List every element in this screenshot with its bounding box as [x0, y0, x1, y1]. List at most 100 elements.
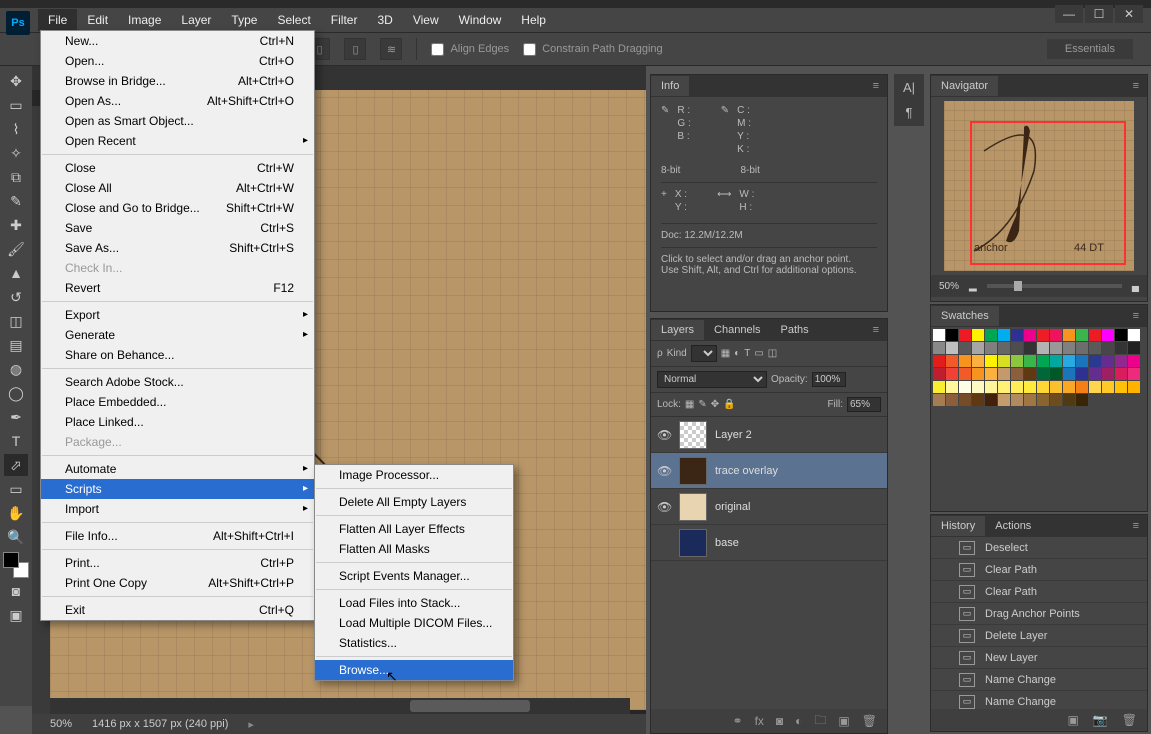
swatch[interactable] [1037, 329, 1049, 341]
history-item[interactable]: ▭Drag Anchor Points [931, 603, 1147, 625]
swatch[interactable] [1076, 368, 1088, 380]
menu-item[interactable]: Open as Smart Object... [41, 111, 314, 131]
menu-item[interactable]: Open Recent [41, 131, 314, 151]
swatch[interactable] [1063, 355, 1075, 367]
menu-filter[interactable]: Filter [321, 9, 368, 31]
swatch[interactable] [998, 394, 1010, 406]
swatch[interactable] [1024, 355, 1036, 367]
menu-item[interactable]: Import [41, 499, 314, 519]
swatch[interactable] [1037, 342, 1049, 354]
history-item[interactable]: ▭Delete Layer [931, 625, 1147, 647]
magic-wand-tool[interactable]: ✧ [4, 142, 28, 164]
menu-item[interactable]: Flatten All Masks [315, 539, 513, 559]
swatch[interactable] [1115, 381, 1127, 393]
brush-tool[interactable]: 🖌 [4, 238, 28, 260]
swatch[interactable] [933, 329, 945, 341]
swatch[interactable] [1037, 355, 1049, 367]
menu-item[interactable]: Print One CopyAlt+Shift+Ctrl+P [41, 573, 314, 593]
opacity-input[interactable] [812, 372, 846, 387]
menu-item[interactable]: New...Ctrl+N [41, 31, 314, 51]
swatch[interactable] [1089, 355, 1101, 367]
stack-icon[interactable]: ≋ [380, 38, 402, 60]
stamp-tool[interactable]: ▲ [4, 262, 28, 284]
swatch[interactable] [959, 329, 971, 341]
menu-item[interactable]: Scripts [41, 479, 314, 499]
crop-tool[interactable]: ⧉ [4, 166, 28, 188]
visibility-icon[interactable]: 👁 [657, 464, 671, 478]
swatch[interactable] [1050, 329, 1062, 341]
swatch[interactable] [1102, 355, 1114, 367]
menu-image[interactable]: Image [118, 9, 171, 31]
swatch[interactable] [998, 329, 1010, 341]
paragraph-panel-icon[interactable]: ¶ [906, 105, 913, 120]
menu-item[interactable]: Export [41, 305, 314, 325]
swatch[interactable] [998, 381, 1010, 393]
swatch[interactable] [1011, 394, 1023, 406]
blend-mode-select[interactable]: Normal [657, 371, 767, 388]
lock-position-icon[interactable]: ✥ [711, 399, 719, 410]
menu-item[interactable]: Browse in Bridge...Alt+Ctrl+O [41, 71, 314, 91]
zoom-in-icon[interactable]: ▄ [1132, 281, 1139, 292]
swatch[interactable] [933, 342, 945, 354]
swatch[interactable] [985, 381, 997, 393]
filter-type-icon[interactable]: T [744, 348, 750, 359]
menu-item[interactable]: File Info...Alt+Shift+Ctrl+I [41, 526, 314, 546]
swatch[interactable] [933, 381, 945, 393]
menu-view[interactable]: View [403, 9, 449, 31]
swatch[interactable] [998, 355, 1010, 367]
menu-file[interactable]: File [38, 9, 77, 31]
swatch[interactable] [1102, 342, 1114, 354]
fg-bg-color[interactable] [3, 552, 29, 578]
swatch[interactable] [1011, 329, 1023, 341]
swatch[interactable] [998, 342, 1010, 354]
menu-item[interactable]: Script Events Manager... [315, 566, 513, 586]
layer-row[interactable]: 👁trace overlay [651, 453, 887, 489]
swatch[interactable] [1024, 368, 1036, 380]
visibility-icon[interactable]: 👁 [657, 500, 671, 514]
close-button[interactable]: ✕ [1115, 5, 1143, 23]
swatch[interactable] [1076, 329, 1088, 341]
menu-item[interactable]: Open...Ctrl+O [41, 51, 314, 71]
history-item[interactable]: ▭Name Change [931, 669, 1147, 691]
layer-row[interactable]: 👁Layer 2 [651, 417, 887, 453]
history-item[interactable]: ▭Clear Path [931, 559, 1147, 581]
swatch[interactable] [1115, 329, 1127, 341]
swatch[interactable] [1011, 381, 1023, 393]
hand-tool[interactable]: ✋ [4, 502, 28, 524]
swatch[interactable] [1050, 355, 1062, 367]
menu-item[interactable]: ExitCtrl+Q [41, 600, 314, 620]
visibility-icon[interactable]: 👁 [657, 428, 671, 442]
swatch[interactable] [1050, 342, 1062, 354]
adjustment-icon[interactable]: ◐ [795, 714, 802, 728]
swatch[interactable] [972, 381, 984, 393]
tab-channels[interactable]: Channels [704, 320, 770, 340]
lasso-tool[interactable]: ⌇ [4, 118, 28, 140]
swatch[interactable] [946, 355, 958, 367]
align-center-icon[interactable]: ▯ [344, 38, 366, 60]
zoom-tool[interactable]: 🔍 [4, 526, 28, 548]
menu-3d[interactable]: 3D [367, 9, 402, 31]
menu-item[interactable]: Close and Go to Bridge...Shift+Ctrl+W [41, 198, 314, 218]
navigator-tab[interactable]: Navigator [931, 76, 998, 96]
lock-pixels-icon[interactable]: ✎ [698, 399, 706, 410]
history-camera-icon[interactable]: 📷 [1093, 713, 1108, 727]
swatch[interactable] [1076, 394, 1088, 406]
patch-tool[interactable]: ✚ [4, 214, 28, 236]
swatch[interactable] [1011, 342, 1023, 354]
swatch[interactable] [1076, 355, 1088, 367]
menu-item[interactable]: Share on Behance... [41, 345, 314, 365]
move-tool[interactable]: ✥ [4, 70, 28, 92]
swatch[interactable] [946, 329, 958, 341]
menu-item[interactable]: Place Embedded... [41, 392, 314, 412]
filter-smart-icon[interactable]: ◫ [768, 348, 777, 359]
swatch[interactable] [1063, 381, 1075, 393]
swatch[interactable] [1063, 329, 1075, 341]
tab-layers[interactable]: Layers [651, 320, 704, 340]
swatch[interactable] [1063, 368, 1075, 380]
menu-item[interactable]: Delete All Empty Layers [315, 492, 513, 512]
menu-edit[interactable]: Edit [77, 9, 118, 31]
swatch[interactable] [1011, 355, 1023, 367]
swatch[interactable] [985, 342, 997, 354]
swatch[interactable] [1102, 329, 1114, 341]
dodge-tool[interactable]: ◯ [4, 382, 28, 404]
